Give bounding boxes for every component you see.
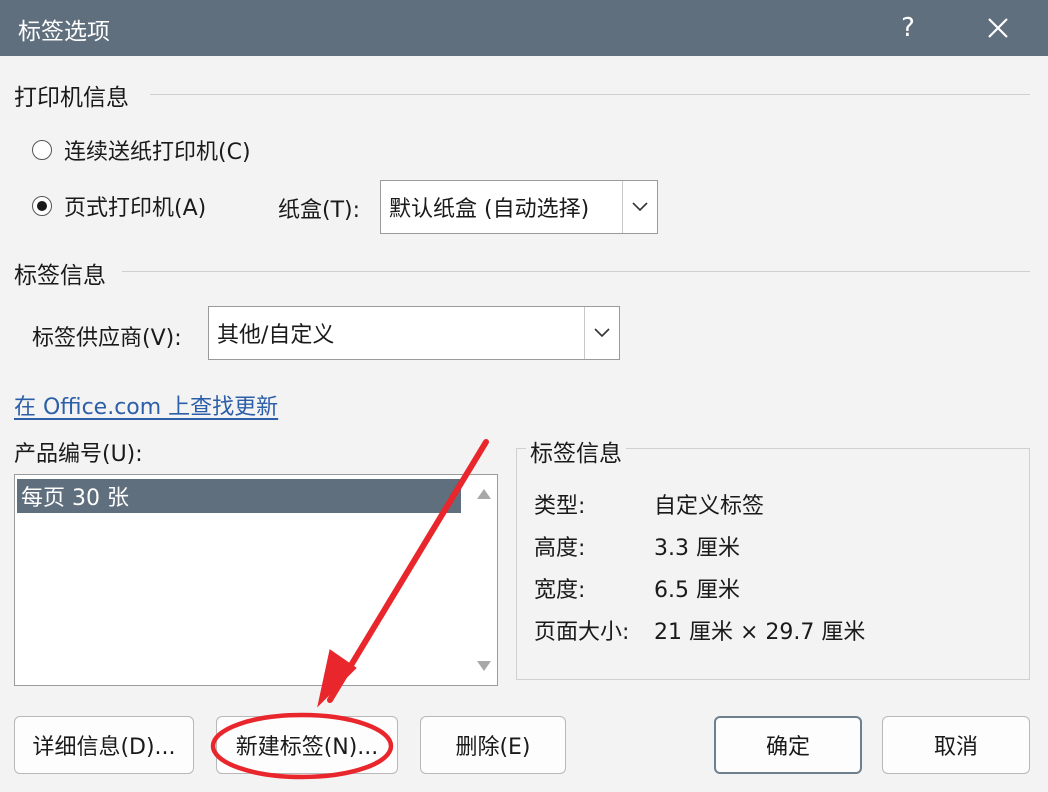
tray-select-value: 默认纸盒 (自动选择) (389, 197, 590, 222)
detail-type-value: 自定义标签 (654, 494, 765, 519)
radio-continuous-circle[interactable] (32, 140, 52, 160)
printer-info-heading: 打印机信息 (14, 85, 129, 111)
new-label-button[interactable]: 新建标签(N)... (216, 716, 398, 774)
close-icon (988, 18, 1008, 38)
list-item[interactable]: 每页 30 张 (17, 479, 461, 513)
product-number-label: 产品编号(U): (14, 442, 143, 467)
tray-label: 纸盒(T): (278, 198, 361, 223)
radio-page-circle[interactable] (32, 196, 52, 216)
detail-page-size-value: 21 厘米 × 29.7 厘米 (654, 620, 866, 645)
chevron-down-icon (594, 328, 610, 338)
scroll-down-icon[interactable] (477, 661, 491, 671)
office-update-link[interactable]: 在 Office.com 上查找更新 (14, 389, 278, 421)
cancel-button[interactable]: 取消 (882, 716, 1030, 774)
detail-height-key: 高度: (534, 536, 586, 561)
close-button[interactable] (970, 0, 1026, 56)
label-details-heading: 标签信息 (526, 434, 626, 468)
chevron-down-icon (632, 202, 648, 212)
radio-continuous-label: 连续送纸打印机(C) (64, 140, 251, 165)
scroll-up-icon[interactable] (477, 489, 491, 499)
window-title: 标签选项 (18, 19, 110, 45)
detail-width-key: 宽度: (534, 578, 586, 603)
radio-continuous-printer[interactable]: 连续送纸打印机(C) (32, 134, 251, 166)
list-scrollbar[interactable] (469, 475, 497, 685)
detail-height-value: 3.3 厘米 (654, 536, 740, 561)
label-info-heading: 标签信息 (14, 263, 106, 289)
delete-button[interactable]: 删除(E) (420, 716, 566, 774)
help-icon: ? (901, 13, 915, 43)
radio-selected-dot (37, 201, 47, 211)
vendor-select-value: 其他/自定义 (217, 323, 335, 348)
details-button[interactable]: 详细信息(D)... (14, 716, 194, 774)
detail-width-value: 6.5 厘米 (654, 578, 740, 603)
detail-page-size-key: 页面大小: (534, 620, 630, 645)
detail-type-key: 类型: (534, 494, 586, 519)
title-bar: 标签选项 ? (0, 0, 1048, 56)
radio-page-label: 页式打印机(A) (64, 196, 207, 221)
vendor-dropdown-arrow[interactable] (584, 307, 619, 359)
tray-dropdown-arrow[interactable] (622, 181, 657, 233)
radio-page-printer[interactable]: 页式打印机(A) (32, 190, 206, 222)
ok-button[interactable]: 确定 (714, 716, 862, 774)
product-number-list[interactable]: 每页 30 张 (14, 474, 498, 686)
printer-info-divider (150, 94, 1030, 95)
help-button[interactable]: ? (880, 0, 936, 56)
vendor-select[interactable]: 其他/自定义 (208, 306, 620, 360)
vendor-label: 标签供应商(V): (32, 326, 182, 351)
label-info-divider (122, 271, 1030, 272)
tray-select[interactable]: 默认纸盒 (自动选择) (380, 180, 658, 234)
